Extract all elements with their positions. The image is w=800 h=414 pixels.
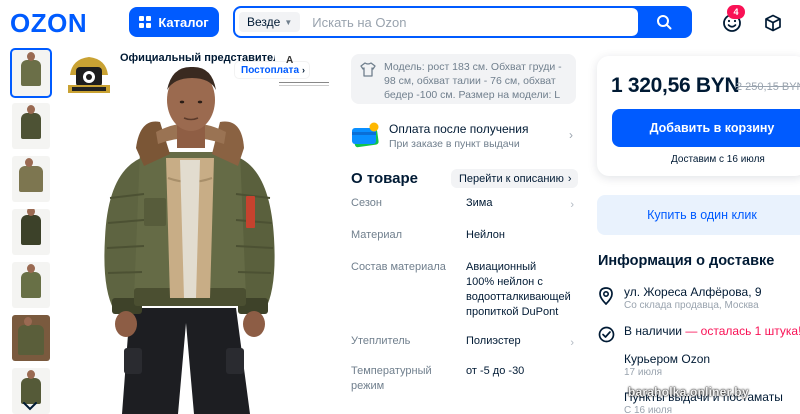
- go-to-description-label: Перейти к описанию: [459, 172, 564, 185]
- courier-date: 17 июля: [624, 367, 663, 378]
- spec-value: Нейлон: [466, 229, 505, 241]
- search-bar: Везде ▼: [233, 6, 692, 38]
- delivery-date: Доставим с 16 июля: [671, 154, 765, 165]
- notifications-badge: 4: [727, 5, 745, 19]
- search-scope-select[interactable]: Везде ▼: [239, 12, 301, 32]
- chevron-right-icon: ›: [570, 337, 574, 349]
- spec-key: Состав материала: [351, 261, 446, 273]
- search-input[interactable]: [312, 14, 613, 30]
- thumbnail[interactable]: [12, 315, 50, 361]
- search-scope-label: Везде: [247, 15, 281, 29]
- thumbnail[interactable]: [12, 103, 50, 149]
- thumbnail[interactable]: [12, 156, 50, 202]
- chevron-right-icon: ›: [567, 172, 572, 185]
- thumbnail-list: [10, 48, 52, 414]
- header: OZON Каталог Везде ▼ 4: [0, 0, 800, 44]
- brand-underline: [279, 82, 329, 86]
- product-photo: [104, 66, 275, 414]
- delivery-address-sub: Со склада продавца, Москва: [624, 300, 759, 311]
- payment-on-delivery[interactable]: Оплата после получения При заказе в пунк…: [351, 116, 576, 156]
- model-info-text: Модель: рост 183 см. Обхват груди - 98 с…: [384, 61, 562, 101]
- chevron-right-icon: ›: [569, 128, 573, 142]
- chevron-right-icon: ›: [570, 199, 574, 211]
- spec-key: Сезон: [351, 197, 382, 209]
- thumbnail[interactable]: [10, 48, 52, 98]
- spec-row[interactable]: Сезон Зима ›: [351, 196, 576, 228]
- chevron-right-icon: ›: [302, 65, 306, 75]
- check-circle-icon: [598, 326, 615, 348]
- search-icon: [657, 15, 672, 30]
- thumbnail[interactable]: [12, 209, 50, 255]
- spec-row[interactable]: Состав материала Авиационный 100% нейлон…: [351, 260, 576, 334]
- grid-icon: [139, 16, 152, 28]
- location-pin-icon: [598, 287, 614, 310]
- orders-button[interactable]: [762, 12, 784, 34]
- catalog-label: Каталог: [158, 14, 209, 30]
- pickup-date: С 16 июля: [624, 405, 673, 414]
- tshirt-icon: [360, 62, 376, 81]
- spec-key: Температурный режим: [351, 365, 432, 392]
- thumbnail[interactable]: [12, 262, 50, 308]
- spec-key: Утеплитель: [351, 335, 411, 347]
- add-to-cart-button[interactable]: Добавить в корзину: [612, 109, 800, 147]
- spec-row[interactable]: Утеплитель Полиэстер ›: [351, 334, 576, 364]
- stock-main: В наличии: [624, 324, 683, 338]
- seller-logo[interactable]: [66, 53, 112, 97]
- chevron-down-icon[interactable]: [22, 398, 38, 414]
- spec-value: Зима: [466, 197, 493, 209]
- delivery-address-text: ул. Жореса Алфёрова, 9: [624, 285, 762, 299]
- stock-text: В наличии — осталась 1 штука!: [624, 324, 800, 338]
- price: 1 320,56 BYN: [611, 74, 740, 97]
- product-image[interactable]: [60, 48, 335, 414]
- old-price: 2 250,15 BYN: [736, 81, 800, 93]
- spec-row[interactable]: Материал Нейлон: [351, 228, 576, 260]
- price-card: 1 320,56 BYN 2 250,15 BYN Добавить в кор…: [597, 56, 800, 176]
- spec-value: Полиэстер: [466, 335, 521, 347]
- ozon-logo[interactable]: OZON: [10, 8, 87, 39]
- brand-mark: A: [286, 55, 294, 66]
- payment-title: Оплата после получения: [389, 122, 529, 136]
- go-to-description-link[interactable]: Перейти к описанию ›: [451, 169, 578, 188]
- model-info-card: Модель: рост 183 см. Обхват груди - 98 с…: [351, 54, 576, 104]
- watermark: baraholka.onliner.by: [628, 385, 749, 399]
- spec-row[interactable]: Температурный режим от -5 до -30: [351, 364, 576, 396]
- spec-value: от -5 до -30: [466, 365, 525, 377]
- catalog-button[interactable]: Каталог: [129, 7, 219, 37]
- stock-left: — осталась 1 штука!: [682, 324, 800, 338]
- spec-value: Авиационный 100% нейлон с водоотталкиваю…: [466, 261, 571, 318]
- caret-down-icon: ▼: [284, 17, 293, 27]
- specs-table: Сезон Зима › Материал Нейлон Состав мате…: [351, 196, 576, 396]
- postpay-badge[interactable]: Постоплата ›: [235, 62, 310, 78]
- about-title: О товаре: [351, 170, 419, 187]
- postpay-label: Постоплата: [241, 64, 300, 76]
- spec-key: Материал: [351, 229, 402, 241]
- card-icon: [351, 122, 381, 153]
- search-button[interactable]: [638, 8, 690, 36]
- payment-subtitle: При заказе в пункт выдачи: [389, 138, 520, 150]
- box-icon: [765, 14, 781, 32]
- delivery-info-title: Информация о доставке: [598, 253, 775, 269]
- courier-label: Курьером Ozon: [624, 352, 711, 366]
- buy-one-click-button[interactable]: Купить в один клик: [597, 195, 800, 235]
